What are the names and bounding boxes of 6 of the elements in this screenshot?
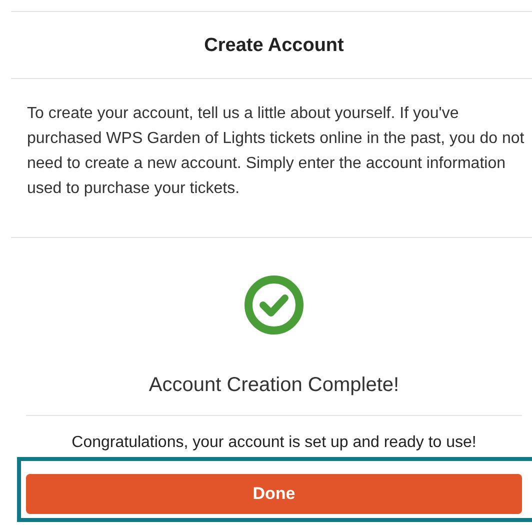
check-circle-icon [244,275,304,335]
page-title: Create Account [203,34,345,58]
status-heading: Account Creation Complete! [148,373,400,398]
done-button[interactable]: Done [26,474,522,514]
status-message: Congratulations, your account is set up and ready to use! [70,433,478,453]
intro-paragraph: To create your account, tell us a little about yourself. If you've purchased WPS Garden of Lights tickets online in the past, you do not need to create a new account. Simply enter the account information used to purchase your tickets. [26,104,526,199]
